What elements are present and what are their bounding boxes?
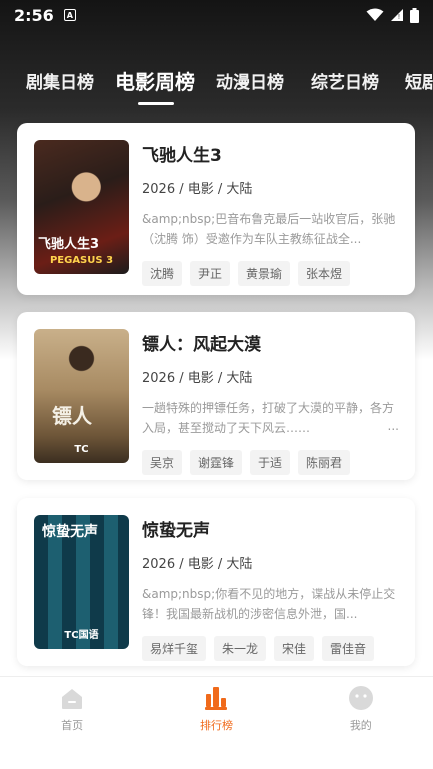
poster-label: TC xyxy=(74,444,89,455)
nav-item-home[interactable]: 首页 xyxy=(0,677,144,738)
movie-card[interactable]: 镖人 TC 镖人：风起大漠 2026 / 电影 / 大陆 一趟特殊的押镖任务，打… xyxy=(17,312,415,480)
category-tabs: 剧集日榜 电影周榜 动漫日榜 综艺日榜 短剧 xyxy=(0,58,433,108)
poster-title: 惊蛰无声 xyxy=(42,524,98,540)
movie-meta: 2026 / 电影 / 大陆 xyxy=(142,371,253,386)
wifi-icon xyxy=(366,8,384,21)
description-more-ellipsis: ... xyxy=(387,419,399,433)
nav-label: 首页 xyxy=(61,719,84,732)
poster-label: TC国语 xyxy=(64,630,99,641)
tab-short-drama[interactable]: 短剧 xyxy=(405,58,433,93)
cast-chip[interactable]: 陈丽君 xyxy=(298,450,351,475)
system-gesture-area xyxy=(0,738,433,769)
poster-label: PEGASUS 3 xyxy=(49,255,114,266)
battery-icon xyxy=(410,7,419,23)
profile-icon xyxy=(348,686,373,710)
cast-list: 吴京 谢霆锋 于适 陈丽君 xyxy=(142,450,400,475)
cast-chip[interactable]: 雷佳音 xyxy=(322,636,375,661)
tab-movie-weekly[interactable]: 电影周榜 xyxy=(115,58,195,95)
tab-drama-daily[interactable]: 剧集日榜 xyxy=(26,58,94,93)
bottom-navigation: 首页 排行榜 我的 xyxy=(0,676,433,738)
cast-chip[interactable]: 宋佳 xyxy=(274,636,315,661)
cast-chip[interactable]: 于适 xyxy=(250,450,291,475)
movie-card[interactable]: 惊蛰无声 TC国语 惊蛰无声 2026 / 电影 / 大陆 &amp;nbsp;… xyxy=(17,498,415,666)
movie-description: 一趟特殊的押镖任务，打破了大漠的平静，各方入局，甚至搅动了天下风云…… xyxy=(142,401,395,435)
movie-card[interactable]: 飞驰人生3 PEGASUS 3 飞驰人生3 2026 / 电影 / 大陆 &am… xyxy=(17,123,415,295)
nav-item-profile[interactable]: 我的 xyxy=(289,677,433,738)
cast-chip[interactable]: 谢霆锋 xyxy=(190,450,243,475)
cast-list: 沈腾 尹正 黄景瑜 张本煜 xyxy=(142,261,400,286)
movie-title[interactable]: 飞驰人生3 xyxy=(142,141,400,166)
ranking-icon xyxy=(205,687,228,710)
active-tab-indicator xyxy=(138,102,174,105)
cast-chip[interactable]: 尹正 xyxy=(190,261,231,286)
nav-item-ranking[interactable]: 排行榜 xyxy=(144,677,288,738)
movie-poster[interactable]: 惊蛰无声 TC国语 xyxy=(34,515,129,649)
status-time: 2:56 xyxy=(14,5,54,25)
cast-chip[interactable]: 沈腾 xyxy=(142,261,183,286)
home-icon xyxy=(62,689,83,709)
movie-meta: 2026 / 电影 / 大陆 xyxy=(142,182,253,197)
movie-title[interactable]: 镖人：风起大漠 xyxy=(142,330,400,355)
svg-text:!: ! xyxy=(398,14,400,21)
app-notification-icon: A xyxy=(63,9,76,21)
signal-icon: ! xyxy=(391,9,403,21)
movie-title[interactable]: 惊蛰无声 xyxy=(142,516,400,541)
tab-anime-daily[interactable]: 动漫日榜 xyxy=(216,58,284,93)
movie-poster[interactable]: 飞驰人生3 PEGASUS 3 xyxy=(34,140,129,274)
cast-chip[interactable]: 黄景瑜 xyxy=(238,261,291,286)
poster-title: 镖人 xyxy=(52,404,92,428)
movie-meta: 2026 / 电影 / 大陆 xyxy=(142,557,253,572)
movie-description: &amp;nbsp;你看不见的地方，谍战从未停止交锋！我国最新战机的涉密信息外泄… xyxy=(142,587,396,621)
cast-chip[interactable]: 吴京 xyxy=(142,450,183,475)
cast-chip[interactable]: 张本煜 xyxy=(298,261,351,286)
movie-poster[interactable]: 镖人 TC xyxy=(34,329,129,463)
nav-label: 我的 xyxy=(349,719,372,732)
movie-description: &amp;nbsp;巴音布鲁克最后一站收官后，张驰（沈腾 饰）受邀作为车队主教练… xyxy=(142,212,396,246)
status-bar: 2:56 A ! xyxy=(0,0,433,30)
poster-title: 飞驰人生3 xyxy=(38,237,100,252)
cast-chip[interactable]: 易烊千玺 xyxy=(142,636,207,661)
nav-label: 排行榜 xyxy=(199,719,233,732)
cast-chip[interactable]: 朱一龙 xyxy=(214,636,267,661)
cast-list: 易烊千玺 朱一龙 宋佳 雷佳音 xyxy=(142,636,400,661)
tab-variety-daily[interactable]: 综艺日榜 xyxy=(311,58,379,93)
